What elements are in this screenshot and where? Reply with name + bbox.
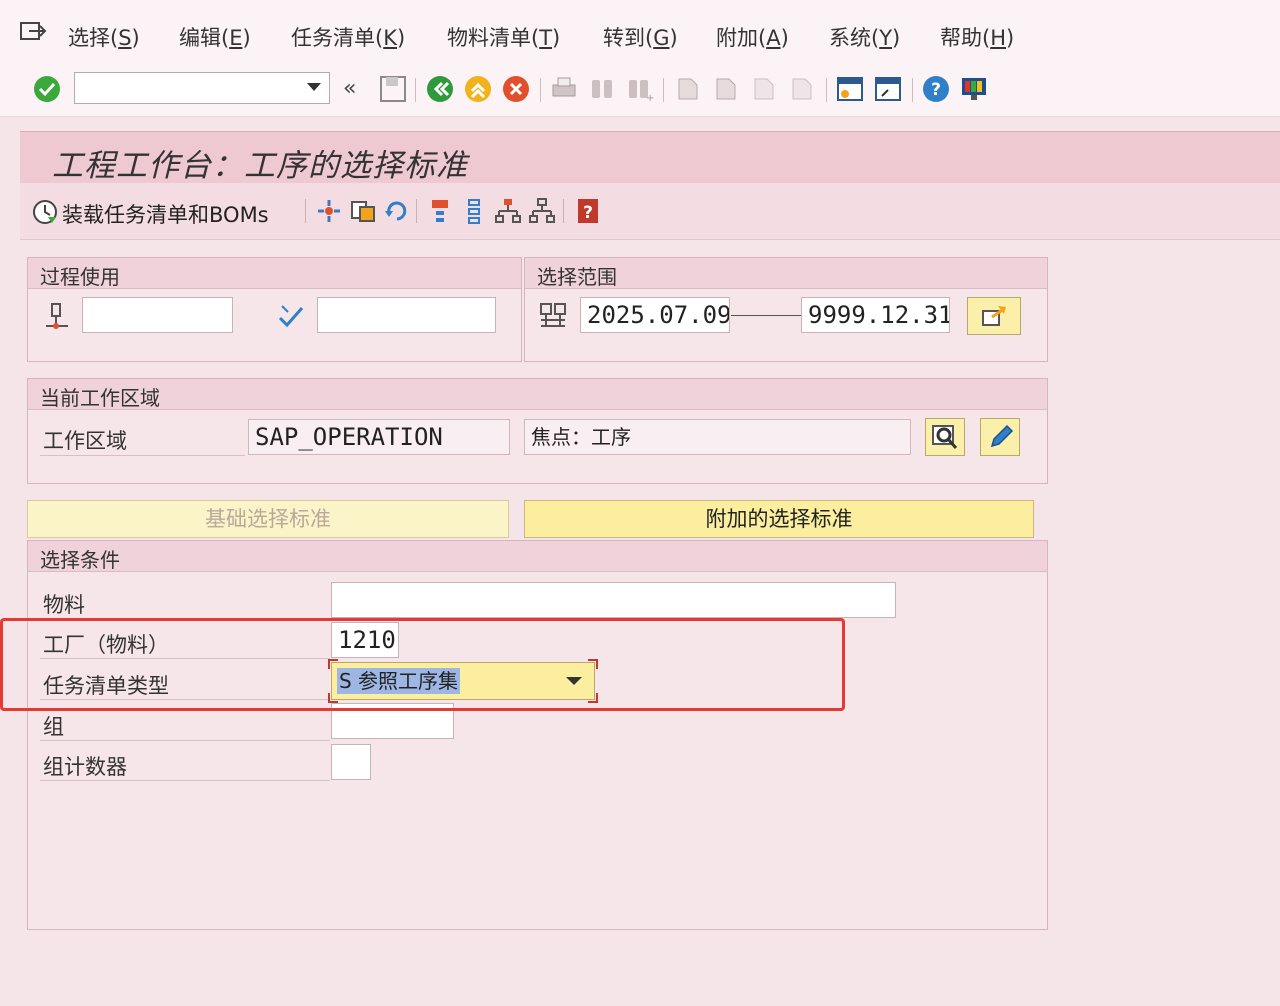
selection-range-title: 选择范围: [537, 265, 617, 289]
work-area-label: 工作区域: [43, 429, 127, 453]
tab-additional-criteria[interactable]: 附加的选择标准: [524, 500, 1034, 538]
selection-range-group: 选择范围 2025.07.09 9999.12.31: [524, 257, 1048, 362]
menu-exit-icon[interactable]: [19, 20, 47, 44]
pencil-icon: [990, 424, 1014, 448]
hierarchy-vertical-icon[interactable]: [460, 197, 488, 225]
find-icon[interactable]: [587, 74, 617, 104]
exit-icon[interactable]: [463, 74, 493, 104]
undo-icon[interactable]: [383, 197, 411, 225]
work-area-group: 当前工作区域 工作区域 SAP_OPERATION 焦点：工序: [27, 378, 1048, 484]
hierarchy-red-icon[interactable]: [426, 197, 454, 225]
toolbar-separator: [415, 78, 416, 102]
previous-page-icon[interactable]: [711, 74, 741, 104]
group-counter-field[interactable]: [331, 744, 371, 780]
process-check-icon: [278, 305, 304, 328]
process-use-title: 过程使用: [40, 265, 120, 289]
tree-expand-icon[interactable]: [494, 197, 522, 225]
annotation-highlight-box: [0, 618, 845, 711]
copy-icon[interactable]: [349, 197, 377, 225]
app-toolbar-separator: [305, 199, 306, 223]
new-session-icon[interactable]: [835, 74, 865, 104]
next-page-icon[interactable]: [749, 74, 779, 104]
enter-check-icon[interactable]: [32, 74, 62, 104]
customize-layout-icon[interactable]: [959, 74, 989, 104]
title-bar: 工程工作台：工序的选择标准: [20, 131, 1280, 184]
page-title: 工程工作台：工序的选择标准: [52, 148, 468, 184]
app-toolbar-separator: [563, 199, 564, 223]
menu-goto[interactable]: 转到(G): [603, 22, 678, 52]
tree-collapse-icon[interactable]: [528, 197, 556, 225]
export-icon: [982, 306, 1006, 326]
help-book-icon[interactable]: ?: [574, 197, 602, 225]
process-use-field-2[interactable]: [317, 297, 496, 333]
menu-system[interactable]: 系统(Y): [829, 22, 900, 52]
selection-criteria-title: 选择条件: [40, 548, 120, 572]
svg-text:+: +: [646, 93, 654, 104]
toolbar-separator: [912, 78, 913, 102]
work-area-header: 当前工作区域: [28, 379, 1047, 410]
range-transfer-button[interactable]: [967, 297, 1021, 335]
magnifier-icon: [932, 425, 958, 449]
row-underline: [40, 455, 245, 456]
focus-field[interactable]: 焦点：工序: [524, 419, 911, 455]
chevron-down-icon[interactable]: [307, 83, 321, 93]
selection-range-header: 选择范围: [525, 258, 1047, 289]
group-counter-label: 组计数器: [43, 755, 127, 779]
command-field[interactable]: [74, 72, 330, 104]
last-page-icon[interactable]: [787, 74, 817, 104]
app-toolbar-separator: [416, 199, 417, 223]
cancel-icon[interactable]: [501, 74, 531, 104]
range-connector: [731, 315, 801, 316]
display-work-area-button[interactable]: [925, 418, 965, 456]
save-icon[interactable]: [378, 74, 408, 104]
menu-selection[interactable]: 选择(S): [68, 22, 140, 52]
standard-toolbar: « + ?: [0, 64, 1280, 117]
group-label: 组: [43, 715, 64, 739]
application-toolbar: 装载任务清单和BOMs ?: [20, 183, 1280, 240]
valid-to-field[interactable]: 9999.12.31: [801, 297, 950, 333]
edit-work-area-button[interactable]: [980, 418, 1020, 456]
material-label: 物料: [43, 593, 85, 617]
tab-basic-criteria[interactable]: 基础选择标准: [27, 500, 509, 538]
selection-criteria-header: 选择条件: [28, 541, 1047, 572]
selection-criteria-group: 选择条件 物料 工厂（物料） 1210 任务清单类型 S 参照工序集 组 组计数…: [27, 540, 1048, 930]
print-icon[interactable]: [549, 74, 579, 104]
work-area-field[interactable]: SAP_OPERATION: [248, 419, 510, 455]
shortcut-icon[interactable]: [873, 74, 903, 104]
valid-from-field[interactable]: 2025.07.09: [580, 297, 730, 333]
toolbar-separator: [826, 78, 827, 102]
process-use-header: 过程使用: [28, 258, 521, 289]
menu-extras[interactable]: 附加(A): [716, 22, 789, 52]
menu-bar: 选择(S) 编辑(E) 任务清单(K) 物料清单(T) 转到(G) 附加(A) …: [0, 0, 1280, 65]
first-page-icon[interactable]: [673, 74, 703, 104]
transfer-arrows-icon[interactable]: [315, 197, 343, 225]
row-underline: [40, 740, 330, 741]
svg-text:?: ?: [583, 203, 593, 223]
menu-bom[interactable]: 物料清单(T): [447, 22, 560, 52]
work-area-title: 当前工作区域: [40, 386, 160, 410]
find-next-icon[interactable]: +: [625, 74, 655, 104]
row-underline: [40, 780, 330, 781]
menu-task-list[interactable]: 任务清单(K): [291, 22, 405, 52]
history-back-icon[interactable]: «: [343, 76, 356, 101]
date-range-icon: [540, 303, 566, 327]
help-icon[interactable]: ?: [921, 74, 951, 104]
toolbar-separator: [540, 78, 541, 102]
svg-text:?: ?: [931, 80, 941, 100]
menu-edit[interactable]: 编辑(E): [179, 22, 251, 52]
process-use-group: 过程使用: [27, 257, 522, 362]
process-usage-icon: [46, 303, 68, 329]
back-icon[interactable]: [425, 74, 455, 104]
process-use-field-1[interactable]: [82, 297, 233, 333]
toolbar-separator: [663, 78, 664, 102]
load-task-lists-label: 装载任务清单和BOMs: [62, 203, 269, 227]
material-field[interactable]: [331, 582, 896, 618]
load-clock-icon: [33, 200, 57, 224]
menu-help[interactable]: 帮助(H): [940, 22, 1014, 52]
